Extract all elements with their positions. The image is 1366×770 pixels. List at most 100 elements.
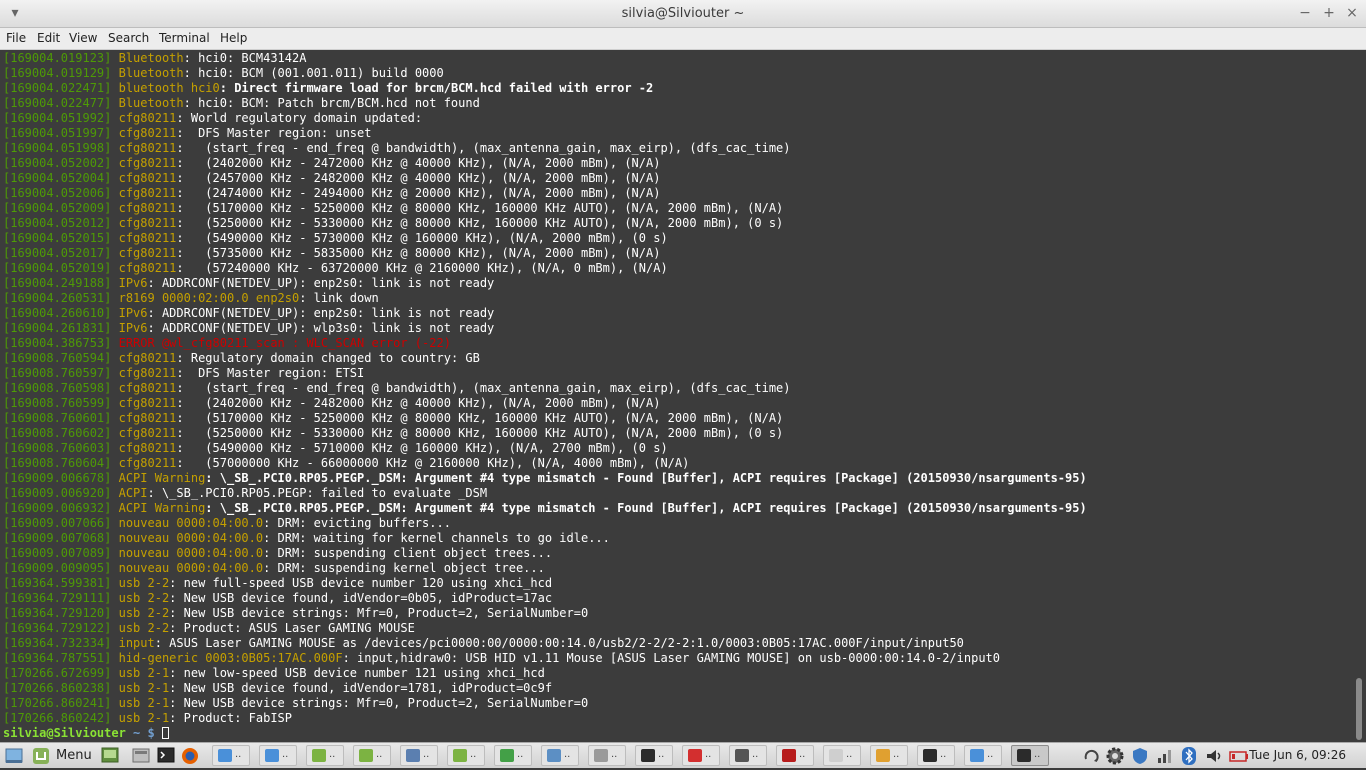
log-line: [169004.052019] cfg80211: (57240000 KHz … <box>3 261 668 276</box>
log-timestamp: [169364.732334] <box>3 636 112 650</box>
presentation-icon <box>782 749 796 762</box>
network-icon[interactable] <box>1155 746 1175 766</box>
log-subsystem: cfg80211 <box>111 441 177 455</box>
truncated-title: .. <box>329 749 336 760</box>
taskbar-window-button[interactable]: .. <box>259 745 297 766</box>
log-subsystem: IPv6 <box>111 276 148 290</box>
menu-terminal[interactable]: Terminal <box>159 31 210 45</box>
log-line: [169008.760604] cfg80211: (57000000 KHz … <box>3 456 689 471</box>
menu-search[interactable]: Search <box>108 31 149 45</box>
menubar: File Edit View Search Terminal Help <box>0 28 1366 50</box>
log-line: [169009.006932] ACPI Warning: \_SB_.PCI0… <box>3 501 1087 516</box>
files-icon[interactable] <box>132 746 150 766</box>
log-subsystem: usb 2-1 <box>111 666 170 680</box>
log-message: : (5250000 KHz - 5330000 KHz @ 80000 KHz… <box>176 426 784 440</box>
log-message: : hci0: BCM43142A <box>183 51 307 65</box>
log-message: : DRM: suspending client object trees... <box>263 546 553 560</box>
browser-icon <box>218 749 232 762</box>
mint-logo-icon <box>33 748 49 764</box>
menu-file[interactable]: File <box>6 31 26 45</box>
log-subsystem: cfg80211 <box>111 381 177 395</box>
log-subsystem: usb 2-2 <box>111 621 170 635</box>
log-timestamp: [169008.760598] <box>3 381 112 395</box>
settings-gear-icon[interactable] <box>1104 746 1126 766</box>
taskbar-window-button[interactable]: .. <box>964 745 1002 766</box>
log-timestamp: [169008.760594] <box>3 351 112 365</box>
terminal-output[interactable]: [169004.019123] Bluetooth: hci0: BCM4314… <box>0 50 1352 742</box>
log-timestamp: [169009.006678] <box>3 471 112 485</box>
taskbar-window-button[interactable]: .. <box>400 745 438 766</box>
taskbar-window-button[interactable]: .. <box>447 745 485 766</box>
firefox-icon[interactable] <box>180 746 200 766</box>
log-timestamp: [169364.729122] <box>3 621 112 635</box>
prompt-user: silvia@Silviouter <box>3 726 126 740</box>
log-timestamp: [169004.022471] <box>3 81 112 95</box>
log-message: : ADDRCONF(NETDEV_UP): wlp3s0: link is n… <box>147 321 495 335</box>
log-line: [169364.599381] usb 2-2: new full-speed … <box>3 576 552 591</box>
log-subsystem: usb 2-1 <box>111 681 170 695</box>
close-button[interactable]: × <box>1343 4 1361 22</box>
truncated-title: .. <box>987 749 994 760</box>
taskbar-window-button[interactable]: .. <box>682 745 720 766</box>
menu-button[interactable]: Menu <box>32 746 92 766</box>
log-subsystem: usb 2-2 <box>111 606 170 620</box>
log-subsystem: bluetooth hci0 <box>111 81 220 95</box>
menu-edit[interactable]: Edit <box>37 31 60 45</box>
text-cursor <box>161 727 169 739</box>
log-message: : New USB device found, idVendor=0b05, i… <box>169 591 553 605</box>
taskbar-window-button[interactable]: .. <box>541 745 579 766</box>
log-line: [169009.007066] nouveau 0000:04:00.0: DR… <box>3 516 451 531</box>
log-subsystem: cfg80211 <box>111 351 177 365</box>
log-timestamp: [169008.760603] <box>3 441 112 455</box>
log-subsystem: cfg80211 <box>111 186 177 200</box>
taskbar-window-button[interactable]: .. <box>917 745 955 766</box>
battery-icon[interactable] <box>1228 746 1250 766</box>
shell-prompt[interactable]: silvia@Silviouter ~ $ <box>3 726 169 741</box>
menu-help[interactable]: Help <box>220 31 247 45</box>
log-timestamp: [169008.760599] <box>3 396 112 410</box>
log-message: : Product: ASUS Laser GAMING MOUSE <box>169 621 415 635</box>
bluetooth-icon[interactable] <box>1180 746 1198 766</box>
log-message: : (5490000 KHz - 5730000 KHz @ 160000 KH… <box>176 231 668 245</box>
system-monitor-icon[interactable] <box>101 746 119 766</box>
log-line: [170266.860242] usb 2-1: Product: FabISP <box>3 711 292 726</box>
truncated-title: .. <box>423 749 430 760</box>
update-manager-icon[interactable] <box>1082 746 1102 766</box>
folder-icon <box>312 749 326 762</box>
taskbar-window-button[interactable]: .. <box>635 745 673 766</box>
taskbar-window-button[interactable]: .. <box>823 745 861 766</box>
shield-icon[interactable] <box>1130 746 1150 766</box>
menu-view[interactable]: View <box>69 31 97 45</box>
log-subsystem: cfg80211 <box>111 426 177 440</box>
log-timestamp: [169004.052015] <box>3 231 112 245</box>
taskbar-window-button[interactable]: .. <box>588 745 626 766</box>
minimize-button[interactable]: − <box>1296 4 1314 22</box>
log-timestamp: [169008.760597] <box>3 366 112 380</box>
taskbar-window-button[interactable]: .. <box>494 745 532 766</box>
log-message: : DRM: waiting for kernel channels to go… <box>263 531 610 545</box>
log-subsystem: ERROR @wl_cfg80211_scan : WLC_SCAN error… <box>111 336 451 350</box>
log-line: [169004.022471] bluetooth hci0: Direct f… <box>3 81 653 96</box>
taskbar-window-button[interactable]: .. <box>776 745 814 766</box>
scrollbar-thumb[interactable] <box>1356 678 1362 740</box>
terminal-launcher-icon[interactable] <box>157 746 175 766</box>
taskbar-window-button[interactable]: .. <box>729 745 767 766</box>
terminal-scrollbar[interactable] <box>1352 50 1366 742</box>
taskbar-window-button[interactable]: .. <box>1011 745 1049 766</box>
volume-icon[interactable] <box>1204 746 1224 766</box>
window-titlebar[interactable]: ▾ silvia@Silviouter ~ − + × <box>0 0 1366 28</box>
taskbar-window-button[interactable]: .. <box>212 745 250 766</box>
log-subsystem: cfg80211 <box>111 201 177 215</box>
log-line: [169004.052004] cfg80211: (2457000 KHz -… <box>3 171 660 186</box>
log-line: [169364.729111] usb 2-2: New USB device … <box>3 591 552 606</box>
truncated-title: .. <box>846 749 853 760</box>
taskbar-window-button[interactable]: .. <box>353 745 391 766</box>
taskbar-window-button[interactable]: .. <box>870 745 908 766</box>
log-message: : (2457000 KHz - 2482000 KHz @ 40000 KHz… <box>176 171 661 185</box>
taskbar-window-button[interactable]: .. <box>306 745 344 766</box>
log-timestamp: [169009.006920] <box>3 486 112 500</box>
clock[interactable]: Tue Jun 6, 09:26 <box>1249 748 1346 762</box>
maximize-button[interactable]: + <box>1320 4 1338 22</box>
browser-icon <box>970 749 984 762</box>
show-desktop-icon[interactable] <box>4 746 26 766</box>
